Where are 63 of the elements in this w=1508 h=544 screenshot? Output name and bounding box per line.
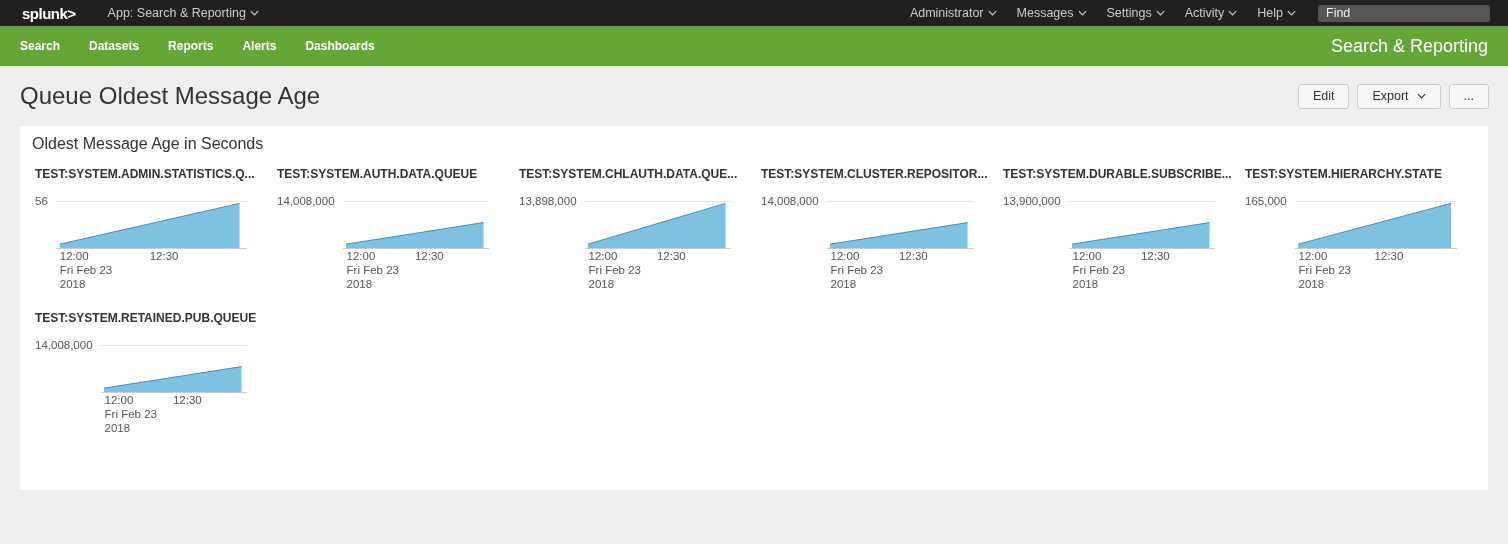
x-axis-date-label: 2018 bbox=[59, 277, 87, 291]
splunk-logo[interactable]: splunk> bbox=[22, 4, 76, 22]
x-axis-date-label: Fri Feb 23 bbox=[588, 263, 642, 277]
x-axis-date-label: 2018 bbox=[346, 277, 374, 291]
x-axis-label: 12:00 bbox=[1298, 249, 1329, 263]
x-axis-label: 12:00 bbox=[104, 393, 135, 407]
toolbar-button[interactable]: ... bbox=[1448, 83, 1489, 109]
search-field[interactable]: Find bbox=[1318, 4, 1490, 22]
chart-title: TEST:SYSTEM.CLUSTER.REPOSITOR... bbox=[761, 167, 989, 181]
x-axis-label: 12:30 bbox=[1140, 249, 1170, 263]
chevron-icon bbox=[987, 10, 997, 16]
x-axis-label: 12:30 bbox=[1374, 249, 1404, 263]
app-title: Search & Reporting bbox=[1330, 35, 1488, 57]
top-menu[interactable]: Settings bbox=[1096, 6, 1175, 20]
panel-title: Oldest Message Age in Seconds bbox=[32, 135, 265, 153]
chart-title: TEST:SYSTEM.ADMIN.STATISTICS.Q... bbox=[35, 167, 256, 181]
y-axis-label: 13,898,000 bbox=[519, 195, 578, 209]
y-axis-label: 13,900,000 bbox=[1003, 195, 1062, 209]
y-axis-label: 165,000 bbox=[1245, 195, 1288, 209]
x-axis-date-label: Fri Feb 23 bbox=[1298, 263, 1352, 277]
x-axis-date-label: 2018 bbox=[1072, 277, 1100, 291]
chart-title: TEST:SYSTEM.DURABLE.SUBSCRIBE... bbox=[1003, 167, 1233, 181]
x-axis-label: 12:00 bbox=[59, 249, 90, 263]
top-menu[interactable]: Activity bbox=[1174, 6, 1248, 20]
x-axis-label: 12:30 bbox=[898, 249, 928, 263]
top-menu[interactable]: Messages bbox=[1006, 6, 1097, 20]
top-menu[interactable]: Help bbox=[1247, 6, 1306, 20]
chevron-icon bbox=[1228, 10, 1238, 16]
x-axis-date-label: Fri Feb 23 bbox=[104, 407, 158, 421]
x-axis-date-label: Fri Feb 23 bbox=[830, 263, 884, 277]
chevron-icon bbox=[249, 10, 259, 16]
y-axis-label: 56 bbox=[35, 195, 49, 209]
app-menu[interactable]: App: Search & Reporting bbox=[97, 6, 269, 20]
page-title: Queue Oldest Message Age bbox=[20, 82, 321, 110]
x-axis-date-label: Fri Feb 23 bbox=[59, 263, 114, 277]
chart-title: TEST:SYSTEM.CHLAUTH.DATA.QUE... bbox=[519, 167, 739, 181]
x-axis-label: 12:00 bbox=[1072, 249, 1103, 263]
x-axis-date-label: 2018 bbox=[830, 277, 858, 291]
x-axis-label: 12:30 bbox=[149, 249, 179, 263]
x-axis-label: 12:30 bbox=[172, 393, 202, 407]
x-axis-date-label: 2018 bbox=[1298, 277, 1326, 291]
x-axis-label: 12:30 bbox=[414, 249, 444, 263]
x-axis-label: 12:30 bbox=[656, 249, 686, 263]
x-axis-label: 12:00 bbox=[830, 249, 861, 263]
x-axis-label: 12:00 bbox=[588, 249, 619, 263]
x-axis-label: 12:00 bbox=[346, 249, 377, 263]
chevron-icon bbox=[1155, 10, 1165, 16]
toolbar-button[interactable]: Edit bbox=[1297, 83, 1350, 109]
x-axis-date-label: Fri Feb 23 bbox=[1072, 263, 1126, 277]
y-axis-label: 14,008,000 bbox=[35, 339, 94, 353]
x-axis-date-label: 2018 bbox=[104, 421, 132, 435]
chart-title: TEST:SYSTEM.RETAINED.PUB.QUEUE bbox=[35, 311, 258, 325]
x-axis-date-label: 2018 bbox=[588, 277, 616, 291]
y-axis-label: 14,008,000 bbox=[277, 195, 336, 209]
chevron-icon bbox=[1287, 10, 1296, 16]
top-menu[interactable]: Administrator bbox=[899, 6, 1007, 20]
chart-title: TEST:SYSTEM.AUTH.DATA.QUEUE bbox=[277, 167, 479, 181]
chevron-icon bbox=[1077, 10, 1087, 16]
chevron-icon bbox=[1416, 93, 1426, 99]
chart-title: TEST:SYSTEM.HIERARCHY.STATE bbox=[1245, 167, 1443, 181]
y-axis-label: 14,008,000 bbox=[761, 195, 820, 209]
export-dropdown-button[interactable]: Export bbox=[1357, 83, 1441, 109]
x-axis-date-label: Fri Feb 23 bbox=[346, 263, 400, 277]
